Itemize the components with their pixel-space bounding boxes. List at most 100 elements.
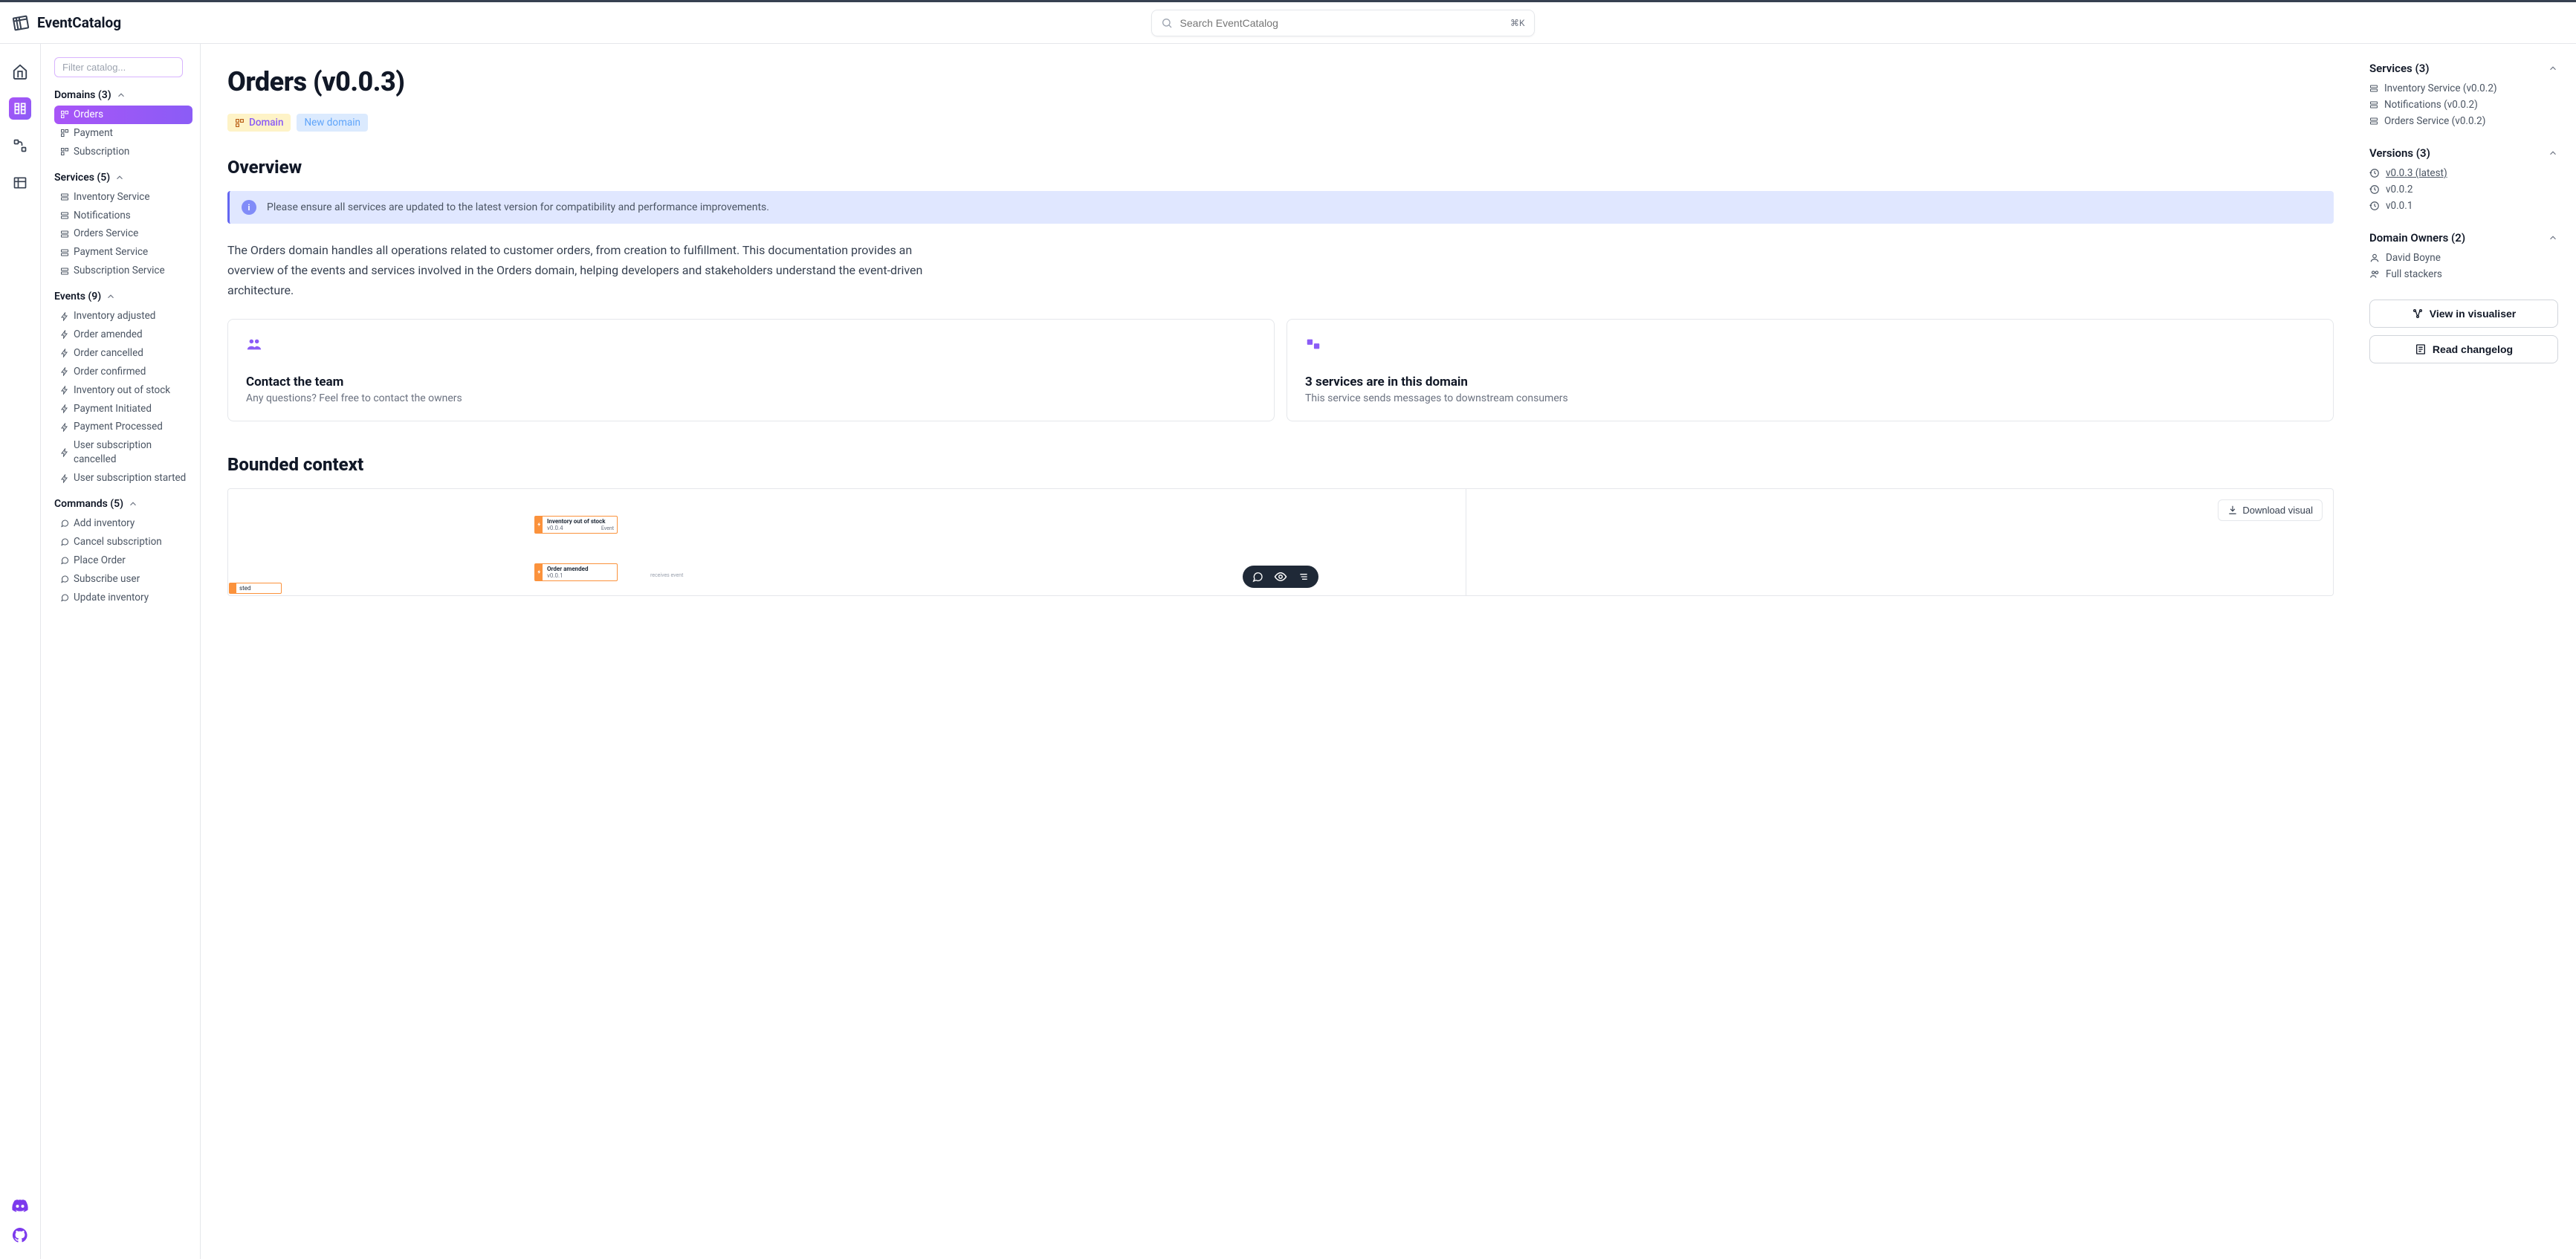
changelog-btn-icon — [2415, 343, 2427, 355]
sidebar-item-label: Payment Service — [74, 245, 148, 259]
search-box[interactable]: ⌘K — [1151, 10, 1535, 36]
sidebar-item-label: User subscription cancelled — [74, 438, 187, 467]
sidebar-item-label: Order cancelled — [74, 346, 143, 360]
sidebar-item-event[interactable]: Inventory out of stock — [54, 381, 192, 400]
icon-sidebar — [0, 44, 41, 1259]
node-type: Event — [601, 525, 614, 531]
rp-section-head[interactable]: Versions (3) — [2369, 146, 2558, 160]
sidebar-item-event[interactable]: Order amended — [54, 326, 192, 344]
search-kbd: ⌘K — [1510, 18, 1525, 28]
rp-section-head[interactable]: Domain Owners (2) — [2369, 231, 2558, 245]
sidebar-item-label: Inventory out of stock — [74, 383, 170, 398]
rp-item-owner[interactable]: Full stackers — [2369, 268, 2558, 280]
nav-visualiser[interactable] — [9, 135, 31, 157]
users-icon — [246, 336, 1256, 355]
rp-section-head[interactable]: Services (3) — [2369, 62, 2558, 75]
rp-item-label: Notifications (v0.0.2) — [2384, 99, 2478, 111]
download-visual-label: Download visual — [2242, 505, 2313, 516]
catalog-sidebar: Domains (3) Orders Payment Subscription Serv… — [41, 44, 201, 1259]
rp-item-label: Inventory Service (v0.0.2) — [2384, 82, 2497, 94]
edge-label: receives event — [650, 572, 683, 578]
sidebar-item-service[interactable]: Inventory Service — [54, 188, 192, 207]
sidebar-item-label: Notifications — [74, 209, 131, 223]
nav-catalog[interactable] — [9, 97, 31, 120]
sidebar-item-label: Order amended — [74, 328, 143, 342]
view-visualiser-button[interactable]: View in visualiser — [2369, 300, 2558, 328]
main-content: Orders (v0.0.3) Domain New domain Overvi… — [201, 44, 2360, 1259]
sidebar-section-head[interactable]: Services (5) — [54, 172, 192, 184]
sidebar-item-domain[interactable]: Payment — [54, 124, 192, 143]
sidebar-item-event[interactable]: Payment Initiated — [54, 400, 192, 418]
diagram-node[interactable]: Order amendedv0.0.1 — [534, 563, 618, 581]
rp-item-service[interactable]: Inventory Service (v0.0.2) — [2369, 82, 2558, 94]
sidebar-section-head[interactable]: Domains (3) — [54, 89, 192, 101]
sidebar-item-domain[interactable]: Orders — [54, 106, 192, 124]
diagram-toolbar — [1243, 566, 1318, 588]
sidebar-section-head[interactable]: Commands (5) — [54, 498, 192, 510]
sidebar-item-command[interactable]: Add inventory — [54, 514, 192, 533]
sidebar-item-event[interactable]: Payment Processed — [54, 418, 192, 436]
sidebar-item-service[interactable]: Orders Service — [54, 224, 192, 243]
toolbar-menu-icon[interactable] — [1298, 570, 1310, 583]
diagram[interactable]: Download visual Inventory out of stockv0… — [227, 488, 2334, 596]
right-panel: Services (3) Inventory Service (v0.0.2) No… — [2360, 44, 2576, 1259]
contact-card[interactable]: Contact the team Any questions? Feel fre… — [227, 319, 1275, 421]
sidebar-item-service[interactable]: Notifications — [54, 207, 192, 225]
filter-input[interactable] — [54, 57, 183, 77]
toolbar-eye-icon[interactable] — [1274, 570, 1287, 583]
rp-item-label: v0.0.3 (latest) — [2386, 167, 2447, 179]
chevron-up-icon — [2548, 148, 2558, 158]
search-input[interactable] — [1180, 17, 1503, 29]
nav-table[interactable] — [9, 172, 31, 194]
sidebar-item-command[interactable]: Place Order — [54, 551, 192, 570]
sidebar-item-label: Payment — [74, 126, 113, 140]
brand[interactable]: EventCatalog — [12, 14, 121, 32]
overview-text: The Orders domain handles all operations… — [227, 240, 926, 301]
rp-item-service[interactable]: Orders Service (v0.0.2) — [2369, 115, 2558, 127]
bounded-context-heading: Bounded context — [227, 454, 2334, 475]
node-title: Inventory out of stock — [547, 518, 612, 525]
diagram-node[interactable]: Inventory out of stockv0.0.4Event — [534, 516, 618, 534]
sidebar-item-event[interactable]: User subscription cancelled — [54, 436, 192, 469]
download-visual-button[interactable]: Download visual — [2218, 499, 2323, 521]
sidebar-item-service[interactable]: Payment Service — [54, 243, 192, 262]
sidebar-item-label: Add inventory — [74, 517, 135, 531]
info-banner: i Please ensure all services are updated… — [227, 191, 2334, 224]
sidebar-section-head[interactable]: Events (9) — [54, 291, 192, 302]
sidebar-item-label: Subscribe user — [74, 572, 140, 586]
discord-icon[interactable] — [11, 1197, 29, 1217]
download-icon — [2227, 505, 2238, 515]
search-icon — [1161, 17, 1173, 29]
github-icon[interactable] — [11, 1226, 29, 1247]
sidebar-item-event[interactable]: Inventory adjusted — [54, 307, 192, 326]
page-title: Orders (v0.0.3) — [227, 66, 2334, 97]
rp-item-label: Orders Service (v0.0.2) — [2384, 115, 2485, 127]
sidebar-item-event[interactable]: User subscription started — [54, 469, 192, 488]
chevron-up-icon — [128, 499, 138, 509]
sidebar-item-label: Subscription — [74, 145, 129, 159]
rp-item-version[interactable]: v0.0.2 — [2369, 184, 2558, 195]
visualiser-btn-label: View in visualiser — [2430, 308, 2516, 320]
sidebar-item-label: Inventory Service — [74, 190, 150, 204]
rp-item-owner[interactable]: David Boyne — [2369, 252, 2558, 264]
services-card[interactable]: 3 services are in this domain This servi… — [1287, 319, 2334, 421]
rp-item-version[interactable]: v0.0.3 (latest) — [2369, 167, 2558, 179]
sidebar-item-service[interactable]: Subscription Service — [54, 262, 192, 280]
book-logo-icon — [10, 13, 31, 33]
rp-item-service[interactable]: Notifications (v0.0.2) — [2369, 99, 2558, 111]
toolbar-comment-icon[interactable] — [1252, 570, 1263, 583]
rp-item-version[interactable]: v0.0.1 — [2369, 200, 2558, 212]
sidebar-item-event[interactable]: Order confirmed — [54, 363, 192, 381]
sidebar-item-command[interactable]: Update inventory — [54, 589, 192, 607]
contact-card-title: Contact the team — [246, 375, 1256, 389]
read-changelog-button[interactable]: Read changelog — [2369, 335, 2558, 363]
sidebar-item-label: Subscription Service — [74, 264, 165, 278]
sidebar-item-label: Update inventory — [74, 591, 149, 605]
sidebar-item-command[interactable]: Cancel subscription — [54, 533, 192, 551]
new-domain-tag: New domain — [297, 114, 368, 132]
visualiser-btn-icon — [2412, 308, 2424, 320]
sidebar-item-domain[interactable]: Subscription — [54, 143, 192, 161]
nav-home[interactable] — [9, 60, 31, 82]
sidebar-item-event[interactable]: Order cancelled — [54, 344, 192, 363]
sidebar-item-command[interactable]: Subscribe user — [54, 570, 192, 589]
